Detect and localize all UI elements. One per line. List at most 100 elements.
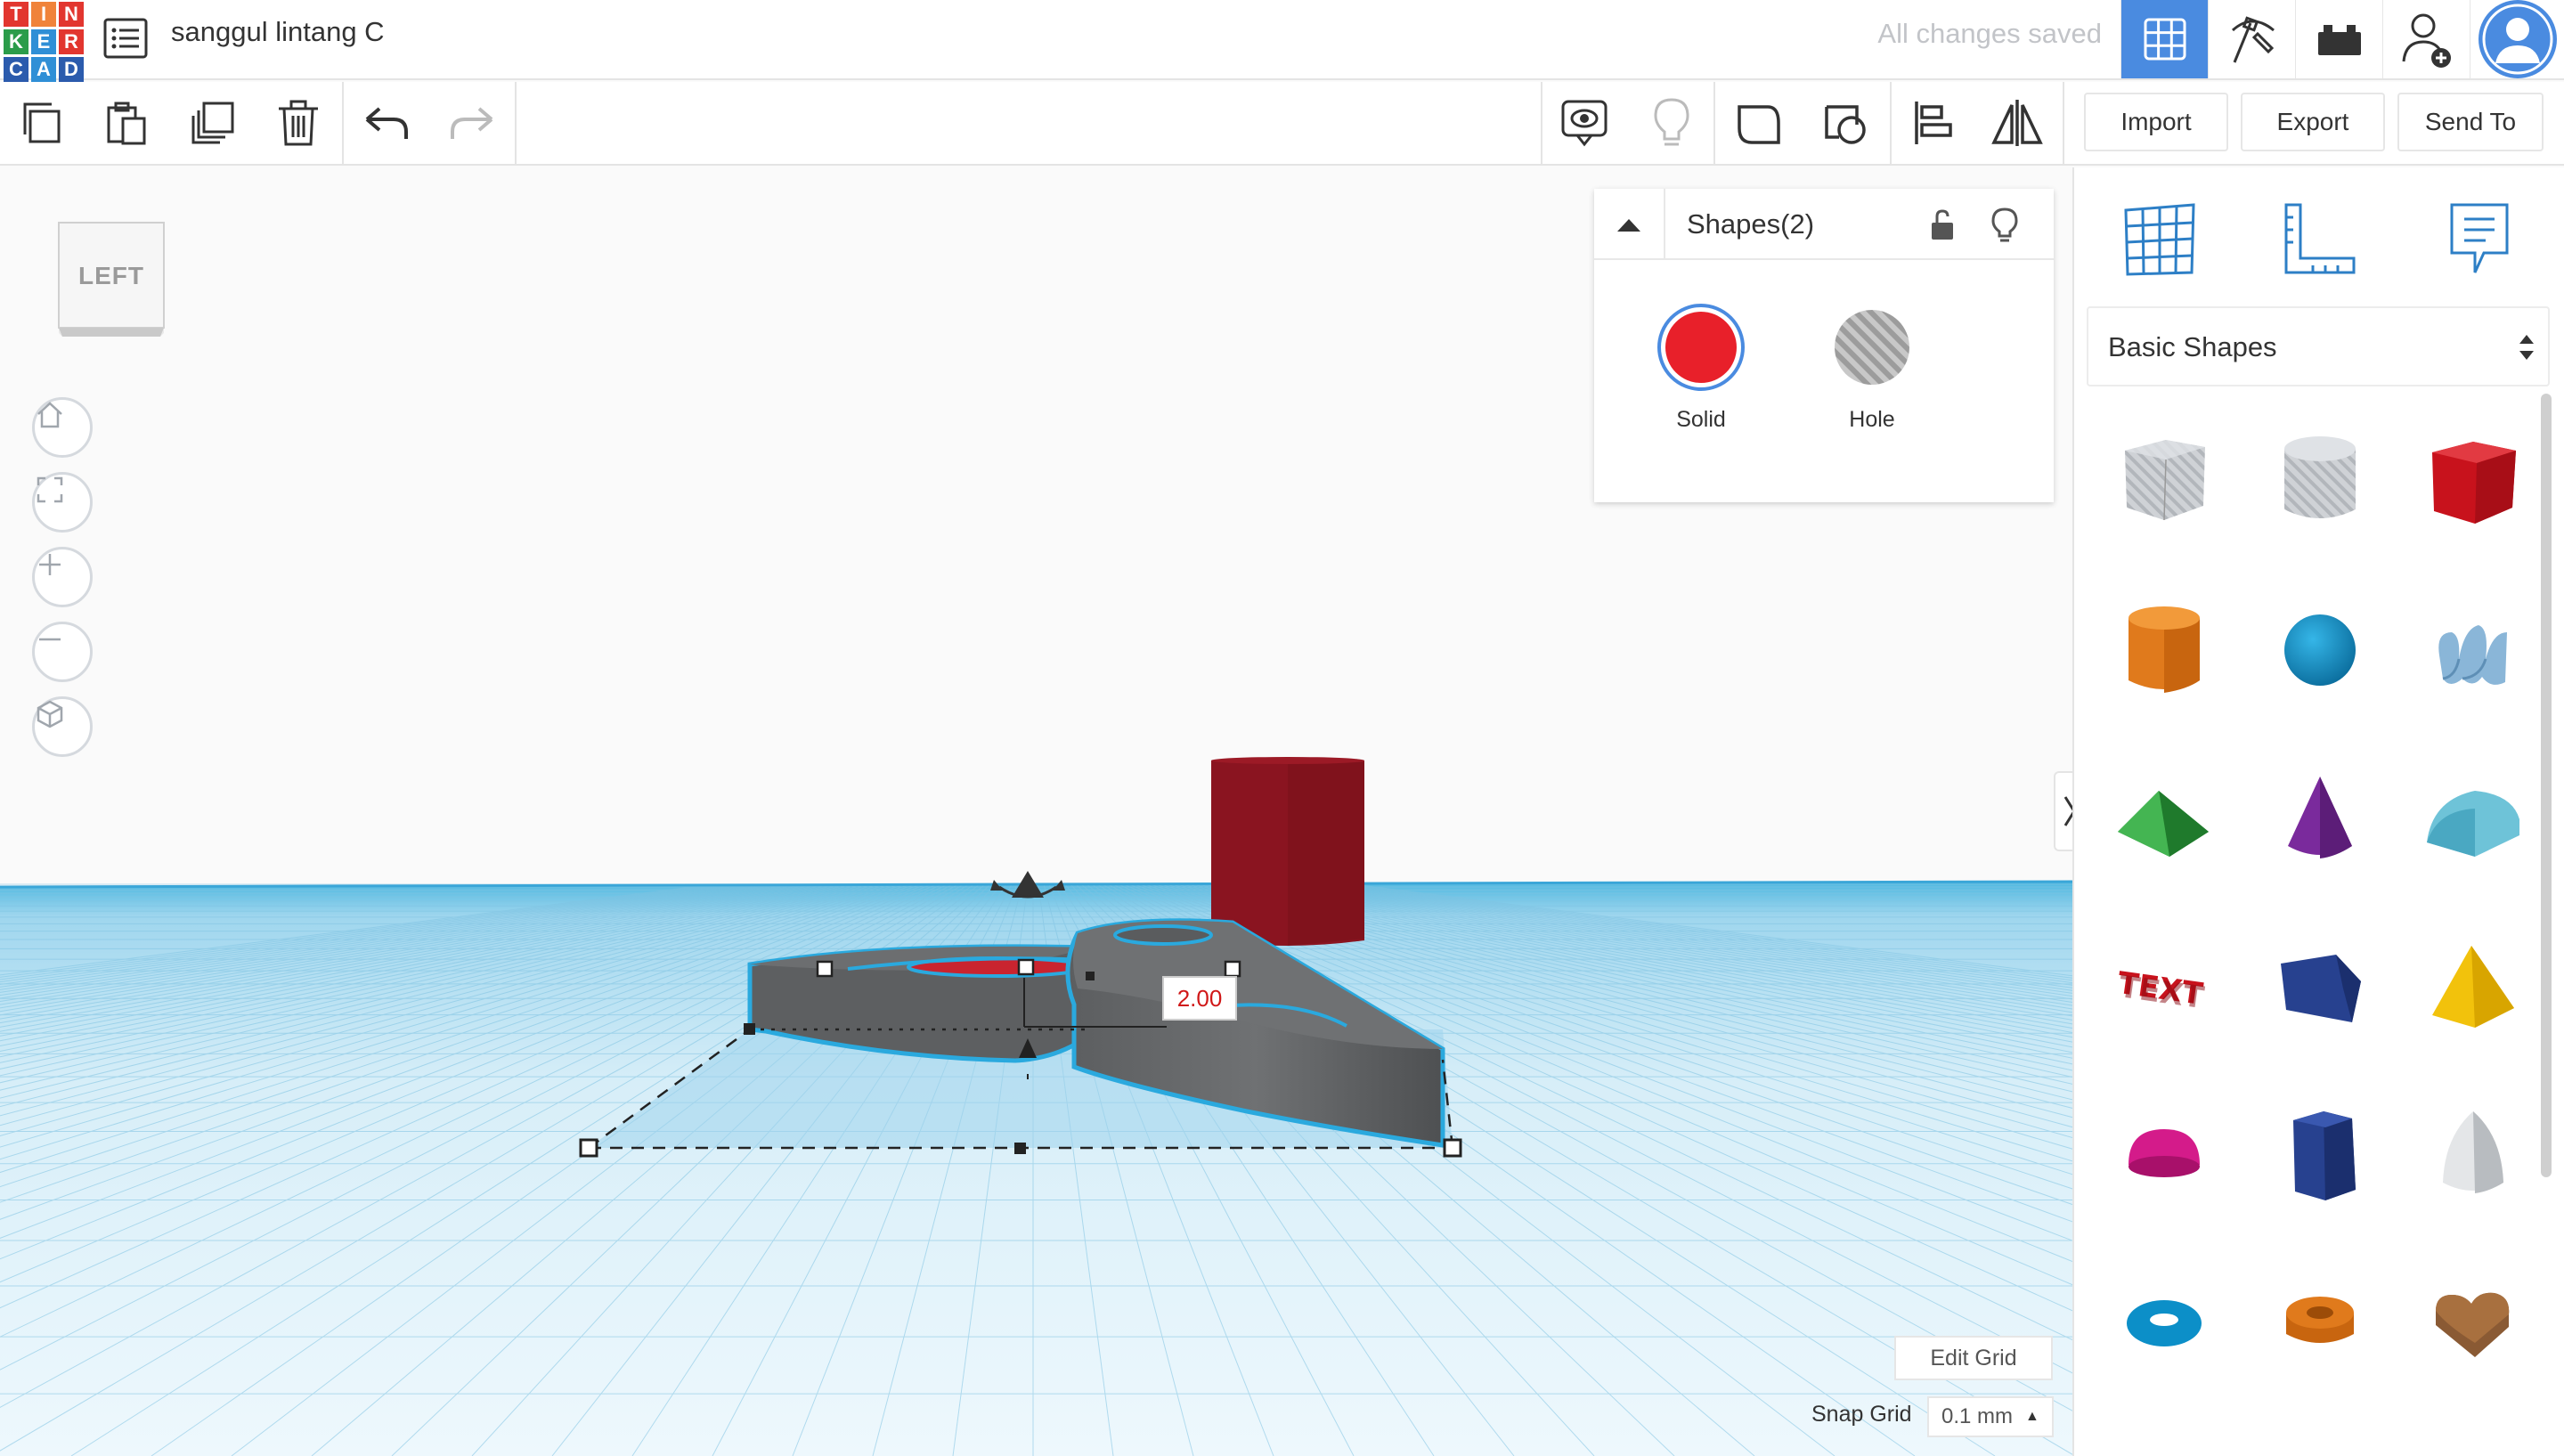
edge-handle[interactable] — [744, 1023, 755, 1035]
cylinder-hole-shape[interactable] — [2249, 410, 2391, 552]
invite-user-icon — [2402, 13, 2451, 68]
group-icon — [1738, 105, 1780, 144]
note-icon — [2450, 203, 2509, 273]
ungroup-button[interactable] — [1804, 82, 1888, 164]
torus-shape[interactable] — [2093, 1250, 2235, 1393]
solid-option[interactable]: Solid — [1648, 303, 1754, 433]
scribble-shape[interactable] — [2402, 579, 2544, 721]
notes-tool-button[interactable] — [2430, 191, 2528, 289]
hide-shape-button[interactable] — [1982, 203, 2027, 248]
heart-shape[interactable] — [2402, 1250, 2544, 1393]
logo-letter: A — [31, 57, 56, 82]
group-button[interactable] — [1717, 82, 1801, 164]
zoom-in-button[interactable] — [32, 547, 93, 607]
design-title[interactable]: sanggul lintang C — [171, 16, 385, 48]
home-icon — [37, 402, 62, 428]
corner-handle[interactable] — [1443, 1138, 1462, 1158]
sphere-icon — [2284, 614, 2356, 686]
half-sphere-shape[interactable] — [2093, 1083, 2235, 1225]
round-roof-icon — [2427, 791, 2519, 857]
3d-design-button[interactable] — [2120, 0, 2208, 78]
pyramid-icon — [2432, 946, 2514, 1028]
zoom-out-button[interactable] — [32, 622, 93, 682]
copy-button[interactable] — [0, 82, 84, 164]
edge-handle[interactable] — [1014, 1143, 1026, 1154]
profile-avatar-button[interactable] — [2470, 0, 2564, 78]
design-list-button[interactable] — [100, 12, 151, 64]
avatar-icon — [2478, 0, 2557, 78]
cone-icon — [2288, 777, 2352, 858]
redo-icon — [451, 107, 493, 139]
edit-toolbar: Import Export Send To — [0, 82, 2564, 166]
duplicate-button[interactable] — [171, 82, 255, 164]
toolbar-divider — [2063, 82, 2064, 164]
trash-icon — [279, 100, 318, 146]
box-shape[interactable] — [2402, 410, 2544, 552]
cylinder-shape[interactable] — [2093, 579, 2235, 721]
invite-user-button[interactable] — [2382, 0, 2470, 78]
home-view-button[interactable] — [32, 397, 93, 458]
edit-grid-button[interactable]: Edit Grid — [1894, 1336, 2053, 1380]
notes-view-button[interactable] — [1542, 82, 1626, 164]
edge-handle[interactable] — [1086, 972, 1095, 980]
import-button[interactable]: Import — [2084, 93, 2228, 151]
shape-library-select[interactable]: Basic Shapes — [2087, 306, 2550, 386]
undo-button[interactable] — [346, 82, 429, 164]
toolbar-divider — [342, 82, 344, 164]
paste-button[interactable] — [84, 82, 167, 164]
snap-grid-select[interactable]: 0.1 mm ▲ — [1927, 1396, 2054, 1437]
codeblocks-button[interactable] — [2208, 0, 2295, 78]
text-icon: TEXTTEXT — [2115, 965, 2207, 1016]
hexagonal-prism-shape[interactable] — [2249, 1083, 2391, 1225]
shape-list-scrollbar[interactable] — [2541, 394, 2552, 1177]
hole-option[interactable]: Hole — [1819, 303, 1925, 433]
redo-button[interactable] — [429, 82, 513, 164]
top-handle[interactable] — [816, 960, 834, 978]
roof-shape[interactable] — [2093, 746, 2235, 889]
polygon-shape[interactable] — [2249, 915, 2391, 1058]
sphere-shape[interactable] — [2249, 579, 2391, 721]
perspective-button[interactable] — [32, 696, 93, 757]
paraboloid-shape[interactable] — [2402, 1083, 2544, 1225]
list-icon — [103, 18, 148, 59]
align-button[interactable] — [1892, 82, 1975, 164]
tube-shape[interactable] — [2249, 1250, 2391, 1393]
corner-handle[interactable] — [579, 1138, 598, 1158]
bricks-icon — [2317, 25, 2361, 55]
cone-shape[interactable] — [2249, 746, 2391, 889]
red-cylinder-shape[interactable] — [1211, 757, 1364, 946]
solid-color-swatch[interactable] — [1656, 303, 1746, 392]
shape-library-selected: Basic Shapes — [2108, 331, 2277, 362]
text-shape[interactable]: TEXT TEXT — [2093, 915, 2235, 1058]
round-roof-shape[interactable] — [2402, 746, 2544, 889]
send-to-button[interactable]: Send To — [2397, 93, 2544, 151]
align-icon — [1915, 102, 1952, 144]
export-button[interactable]: Export — [2241, 93, 2385, 151]
cylinder-hole-icon — [2284, 436, 2356, 518]
delete-button[interactable] — [256, 82, 340, 164]
pyramid-shape[interactable] — [2402, 915, 2544, 1058]
box-icon — [2432, 442, 2516, 524]
fit-view-button[interactable] — [32, 472, 93, 533]
comment-eye-icon — [1561, 100, 1608, 147]
solid-label: Solid — [1676, 407, 1726, 432]
inspector-collapse-button[interactable] — [1594, 189, 1665, 260]
hole-swatch[interactable] — [1827, 303, 1917, 392]
workplane-tool-button[interactable] — [2110, 191, 2208, 289]
top-handle[interactable] — [1017, 958, 1035, 976]
toolbar-divider — [515, 82, 517, 164]
mirror-button[interactable] — [1975, 82, 2059, 164]
tinkercad-logo[interactable]: T I N K E R C A D — [4, 2, 84, 82]
half-sphere-icon — [2129, 1129, 2200, 1177]
view-cube[interactable]: LEFT — [55, 221, 167, 338]
bricks-button[interactable] — [2295, 0, 2382, 78]
heart-icon — [2436, 1292, 2510, 1357]
plus-icon — [39, 554, 61, 575]
dimension-input[interactable]: 2.00 — [1162, 976, 1237, 1021]
box-hole-shape[interactable] — [2093, 410, 2235, 552]
sort-arrows-icon — [2519, 335, 2534, 360]
lock-button[interactable] — [1920, 203, 1965, 248]
ruler-tool-button[interactable] — [2270, 191, 2368, 289]
top-handle[interactable] — [1224, 960, 1241, 978]
hint-button[interactable] — [1630, 82, 1713, 164]
